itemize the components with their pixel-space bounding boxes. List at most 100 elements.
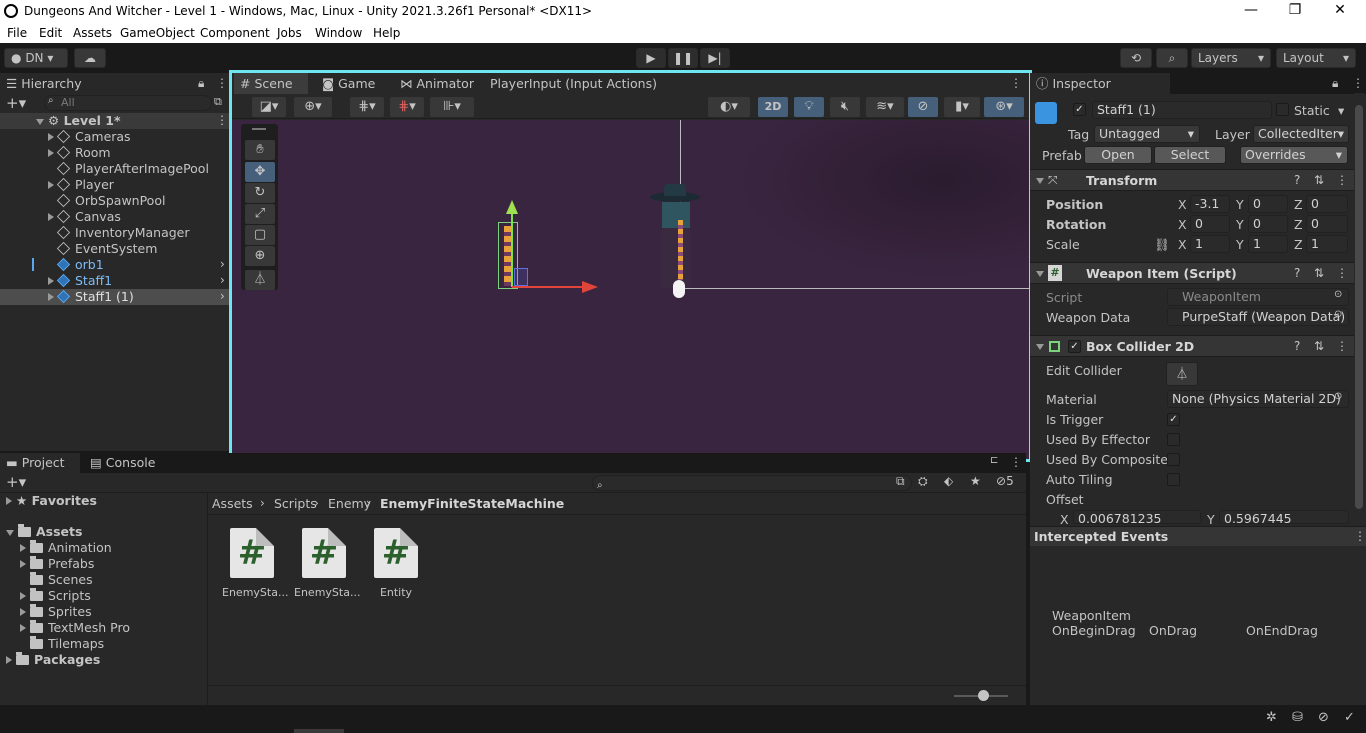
expand-arrow-icon[interactable] bbox=[20, 608, 26, 616]
expand-arrow-icon[interactable] bbox=[48, 133, 54, 141]
breadcrumb-assets[interactable]: Assets bbox=[212, 496, 253, 511]
folder-item[interactable]: Scenes bbox=[20, 572, 93, 588]
x-arrow-icon[interactable] bbox=[582, 281, 598, 293]
hierarchy-search-input[interactable]: All bbox=[44, 95, 212, 111]
preset-icon[interactable]: ⇅ bbox=[1314, 173, 1324, 187]
play-button[interactable]: ▶ bbox=[636, 48, 666, 68]
project-search-input[interactable]: ⌕ bbox=[592, 475, 912, 491]
packages-item[interactable]: Packages bbox=[6, 652, 100, 668]
move-gizmo-y[interactable] bbox=[511, 212, 513, 287]
folder-item[interactable]: Prefabs bbox=[20, 556, 94, 572]
restore-button[interactable]: ❐ bbox=[1275, 2, 1315, 18]
effects-dropdown[interactable]: ≋▾ bbox=[866, 97, 904, 117]
layers-dropdown[interactable]: Layers ▾ bbox=[1191, 48, 1271, 68]
favorites-item[interactable]: ★ Favorites bbox=[6, 493, 97, 509]
menu-component[interactable]: Component bbox=[200, 26, 270, 40]
material-field[interactable]: None (Physics Material 2D) bbox=[1167, 390, 1349, 408]
scene-visibility-toggle[interactable]: ⊘ bbox=[908, 97, 938, 117]
tab-animator[interactable]: ⋈ Animator bbox=[394, 73, 480, 94]
hierarchy-item[interactable]: Room bbox=[0, 145, 229, 161]
hierarchy-item[interactable]: PlayerAfterImagePool bbox=[0, 161, 229, 177]
hidden-packages-toggle[interactable]: ⊘5 bbox=[996, 474, 1014, 488]
prefab-open-arrow-icon[interactable]: › bbox=[220, 289, 225, 303]
menu-window[interactable]: Window bbox=[315, 26, 362, 40]
pause-button[interactable]: ❚❚ bbox=[668, 48, 698, 68]
file-label[interactable]: Entity bbox=[366, 586, 426, 599]
file-label[interactable]: EnemySta... bbox=[222, 586, 288, 599]
step-button[interactable]: ▶| bbox=[700, 48, 730, 68]
grid-snapping-dropdown[interactable]: ⋕▾ bbox=[350, 97, 384, 117]
tab-scene[interactable]: # Scene bbox=[234, 73, 308, 94]
fold-arrow-icon[interactable] bbox=[1036, 178, 1044, 184]
transform-pz-field[interactable]: 0 bbox=[1306, 195, 1348, 213]
hierarchy-item[interactable]: EventSystem bbox=[0, 241, 229, 257]
used-by-effector-checkbox[interactable] bbox=[1167, 433, 1180, 446]
object-picker-icon[interactable]: ⊙ bbox=[1334, 391, 1342, 402]
transform-tool-icon[interactable]: ⊕ bbox=[245, 246, 275, 266]
progress-check-icon[interactable]: ✓ bbox=[1344, 710, 1355, 725]
account-dropdown[interactable]: ● DN ▾ bbox=[4, 48, 68, 68]
y-arrow-icon[interactable] bbox=[506, 200, 518, 214]
increment-snapping-dropdown[interactable]: ⋕▾ bbox=[390, 97, 424, 117]
view-options-dropdown[interactable]: ⊕▾ bbox=[294, 97, 332, 117]
transform-px-field[interactable]: -3.1 bbox=[1190, 195, 1230, 213]
menu-file[interactable]: File bbox=[7, 26, 27, 40]
bug-icon[interactable]: ✲ bbox=[1266, 710, 1277, 725]
transform-sz-field[interactable]: 1 bbox=[1306, 235, 1348, 253]
palette-grip-icon[interactable] bbox=[252, 128, 266, 130]
folder-item[interactable]: Sprites bbox=[20, 604, 92, 620]
hierarchy-item[interactable]: Staff1 (1) › bbox=[0, 289, 229, 305]
weapon-data-field[interactable]: PurpeStaff (Weapon Data) bbox=[1167, 308, 1349, 326]
prefab-select-button[interactable]: Select bbox=[1154, 146, 1226, 164]
active-checkbox[interactable]: ✓ bbox=[1073, 103, 1086, 116]
scene-canvas[interactable]: ✋︎ ✥ ↻ ⤢ ▢ ⊕ ⏃ bbox=[232, 120, 1029, 459]
search-by-type-icon[interactable]: ⧉ bbox=[896, 474, 905, 489]
search-button[interactable]: ⌕ bbox=[1156, 48, 1188, 68]
draw-mode-dropdown[interactable]: ◪▾ bbox=[252, 97, 286, 117]
fold-arrow-icon[interactable] bbox=[1036, 271, 1044, 277]
file-label[interactable]: EnemySta... bbox=[294, 586, 360, 599]
link-icon[interactable]: ⛓︎ bbox=[1154, 237, 1170, 253]
hierarchy-item[interactable]: Player bbox=[0, 177, 229, 193]
player-sprite[interactable] bbox=[662, 202, 690, 288]
transform-py-field[interactable]: 0 bbox=[1248, 195, 1288, 213]
object-picker-icon[interactable]: ⊙ bbox=[1334, 289, 1342, 300]
transform-header[interactable]: ⤧ Transform ? ⇅ ⋮ bbox=[1030, 169, 1356, 191]
close-button[interactable]: ✕ bbox=[1320, 2, 1360, 18]
object-name-field[interactable]: Staff1 (1) bbox=[1092, 101, 1272, 119]
layer-dropdown[interactable]: CollectedItem ▾ bbox=[1253, 125, 1349, 143]
hierarchy-item[interactable]: Staff1 › bbox=[0, 273, 229, 289]
expand-arrow-icon[interactable] bbox=[48, 213, 54, 221]
used-by-composite-checkbox[interactable] bbox=[1167, 453, 1180, 466]
breadcrumb-current[interactable]: EnemyFiniteStateMachine bbox=[380, 496, 564, 511]
transform-ry-field[interactable]: 0 bbox=[1248, 215, 1288, 233]
hierarchy-item[interactable]: Cameras bbox=[0, 129, 229, 145]
component-menu-icon[interactable]: ⋮ bbox=[1336, 266, 1348, 280]
scale-tool-icon[interactable]: ⤢ bbox=[245, 204, 275, 224]
tab-player-input[interactable]: PlayerInput (Input Actions) bbox=[484, 73, 663, 94]
rotate-tool-icon[interactable]: ↻ bbox=[245, 183, 275, 203]
label-icon[interactable]: ⬖ bbox=[944, 474, 953, 488]
transform-rz-field[interactable]: 0 bbox=[1306, 215, 1348, 233]
lighting-toggle[interactable]: 💡︎ bbox=[794, 97, 824, 117]
object-picker-icon[interactable]: ⊙ bbox=[1334, 309, 1342, 320]
move-gizmo-x[interactable] bbox=[512, 286, 582, 288]
help-icon[interactable]: ? bbox=[1294, 339, 1300, 353]
tab-console[interactable]: ▤ Console bbox=[84, 453, 161, 473]
folder-item[interactable]: Animation bbox=[20, 540, 112, 556]
gizmos-dropdown[interactable]: ⊛▾ bbox=[984, 97, 1024, 117]
layout-dropdown[interactable]: Layout ▾ bbox=[1276, 48, 1356, 68]
more-icon[interactable]: ⋮ bbox=[1352, 76, 1364, 90]
folder-item[interactable]: Scripts bbox=[20, 588, 91, 604]
menu-jobs[interactable]: Jobs bbox=[277, 26, 302, 40]
hierarchy-item[interactable]: Canvas bbox=[0, 209, 229, 225]
lock-icon[interactable]: 🔒︎ bbox=[1332, 76, 1338, 91]
expand-arrow-icon[interactable] bbox=[20, 544, 26, 552]
ruler-dropdown[interactable]: ⊪▾ bbox=[430, 97, 474, 117]
move-tool-icon[interactable]: ✥ bbox=[245, 162, 275, 182]
transform-sx-field[interactable]: 1 bbox=[1190, 235, 1230, 253]
rect-tool-icon[interactable]: ▢ bbox=[245, 225, 275, 245]
offset-y-field[interactable]: 0.5967445 bbox=[1219, 510, 1349, 524]
expand-arrow-icon[interactable] bbox=[48, 181, 54, 189]
move-gizmo-xy-plane[interactable] bbox=[514, 268, 528, 286]
